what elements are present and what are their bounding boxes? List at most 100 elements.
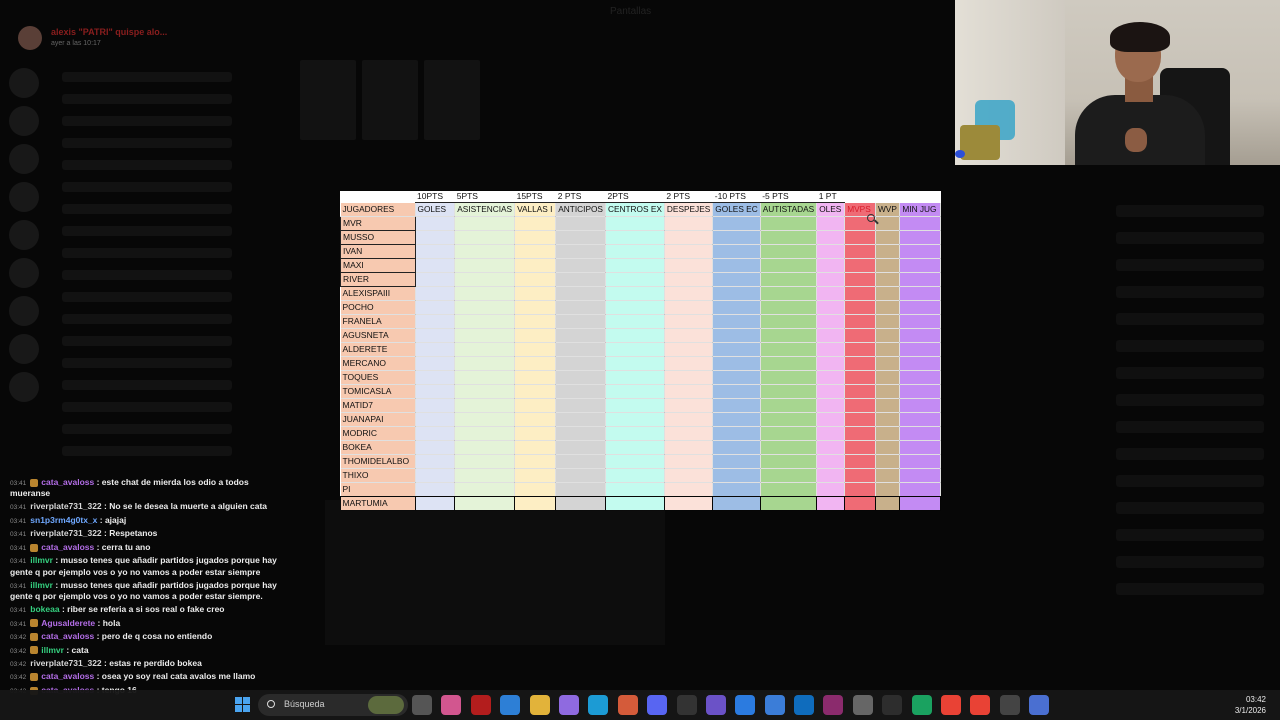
stat-cell[interactable]: [712, 384, 761, 399]
stat-cell[interactable]: [514, 300, 557, 315]
stat-cell[interactable]: [875, 482, 901, 497]
stat-cell[interactable]: [844, 454, 876, 469]
stat-cell[interactable]: [605, 356, 665, 371]
stat-cell[interactable]: [875, 272, 901, 287]
stat-cell[interactable]: [605, 370, 665, 385]
stat-cell[interactable]: [875, 356, 901, 371]
stat-cell[interactable]: [514, 454, 557, 469]
stat-cell[interactable]: [454, 426, 516, 441]
player-name-cell[interactable]: ALEXISPAIII: [340, 286, 416, 301]
stat-cell[interactable]: [760, 482, 818, 497]
stat-cell[interactable]: [760, 496, 818, 511]
stat-cell[interactable]: [555, 258, 606, 273]
player-name-cell[interactable]: MATID7: [340, 398, 416, 413]
store-icon[interactable]: [500, 695, 521, 715]
stat-cell[interactable]: [605, 468, 665, 483]
stat-cell[interactable]: [899, 384, 941, 399]
points-cell[interactable]: -10 PTS: [712, 191, 761, 203]
member-item[interactable]: [1116, 313, 1264, 325]
calculator-icon[interactable]: [1029, 695, 1050, 715]
stat-cell[interactable]: [899, 314, 941, 329]
stat-cell[interactable]: [844, 412, 876, 427]
server-icon[interactable]: [9, 144, 39, 174]
stat-cell[interactable]: [844, 300, 876, 315]
stat-cell[interactable]: [454, 412, 516, 427]
stat-cell[interactable]: [712, 286, 761, 301]
stat-cell[interactable]: [664, 454, 714, 469]
stat-cell[interactable]: [555, 342, 606, 357]
stat-cell[interactable]: [555, 244, 606, 259]
stat-cell[interactable]: [514, 356, 557, 371]
stat-cell[interactable]: [415, 300, 456, 315]
stat-cell[interactable]: [844, 244, 876, 259]
stat-cell[interactable]: [844, 482, 876, 497]
stat-cell[interactable]: [875, 426, 901, 441]
stat-cell[interactable]: [664, 300, 714, 315]
player-name-cell[interactable]: IVAN: [340, 244, 416, 259]
channel-item[interactable]: [62, 182, 232, 192]
column-header[interactable]: ASISTENCIAS: [454, 202, 516, 217]
chrome-2-icon[interactable]: [970, 695, 991, 715]
stat-cell[interactable]: [816, 370, 846, 385]
points-cell[interactable]: 5PTS: [454, 191, 515, 203]
player-name-cell[interactable]: MUSSO: [340, 230, 416, 245]
stat-cell[interactable]: [664, 468, 714, 483]
stat-cell[interactable]: [514, 482, 557, 497]
stat-cell[interactable]: [605, 328, 665, 343]
stat-cell[interactable]: [899, 440, 941, 455]
task-view-icon[interactable]: [412, 695, 432, 715]
stat-cell[interactable]: [415, 370, 456, 385]
stat-cell[interactable]: [514, 496, 557, 511]
stat-cell[interactable]: [760, 468, 818, 483]
stat-cell[interactable]: [664, 356, 714, 371]
stat-cell[interactable]: [816, 342, 846, 357]
column-header[interactable]: VALLAS I: [514, 202, 557, 217]
stat-cell[interactable]: [899, 342, 941, 357]
stat-cell[interactable]: [712, 412, 761, 427]
stat-cell[interactable]: [415, 314, 456, 329]
stat-cell[interactable]: [514, 258, 557, 273]
stat-cell[interactable]: [605, 314, 665, 329]
ccleaner-icon[interactable]: [676, 695, 697, 715]
stat-cell[interactable]: [664, 398, 714, 413]
discord-icon[interactable]: [647, 695, 668, 715]
stat-cell[interactable]: [664, 342, 714, 357]
stat-cell[interactable]: [555, 300, 606, 315]
stat-cell[interactable]: [899, 272, 941, 287]
stat-cell[interactable]: [454, 356, 516, 371]
channel-item[interactable]: [62, 94, 232, 104]
points-cell[interactable]: [875, 191, 900, 203]
pen-icon[interactable]: [558, 695, 579, 715]
member-item[interactable]: [1116, 367, 1264, 379]
column-header[interactable]: CENTROS EX: [605, 202, 665, 217]
chat-username[interactable]: cata_avaloss: [41, 477, 94, 487]
stat-cell[interactable]: [514, 328, 557, 343]
stat-cell[interactable]: [844, 370, 876, 385]
stat-cell[interactable]: [415, 258, 456, 273]
stat-cell[interactable]: [664, 328, 714, 343]
stat-cell[interactable]: [712, 482, 761, 497]
stat-cell[interactable]: [712, 244, 761, 259]
stat-cell[interactable]: [454, 482, 516, 497]
stat-cell[interactable]: [875, 328, 901, 343]
stat-cell[interactable]: [605, 286, 665, 301]
stat-cell[interactable]: [816, 398, 846, 413]
stat-cell[interactable]: [760, 454, 818, 469]
stat-cell[interactable]: [664, 426, 714, 441]
channel-item[interactable]: [62, 226, 232, 236]
stat-cell[interactable]: [760, 412, 818, 427]
stat-cell[interactable]: [875, 454, 901, 469]
player-name-cell[interactable]: MARTUMIA: [340, 496, 416, 511]
stat-cell[interactable]: [875, 300, 901, 315]
stat-cell[interactable]: [875, 468, 901, 483]
stat-cell[interactable]: [816, 272, 846, 287]
stat-cell[interactable]: [875, 230, 901, 245]
stat-cell[interactable]: [664, 482, 714, 497]
stat-cell[interactable]: [514, 384, 557, 399]
member-item[interactable]: [1116, 205, 1264, 217]
member-item[interactable]: [1116, 232, 1264, 244]
chat-username[interactable]: cata_avaloss: [41, 631, 94, 641]
member-item[interactable]: [1116, 340, 1264, 352]
stat-cell[interactable]: [454, 370, 516, 385]
stat-cell[interactable]: [555, 468, 606, 483]
